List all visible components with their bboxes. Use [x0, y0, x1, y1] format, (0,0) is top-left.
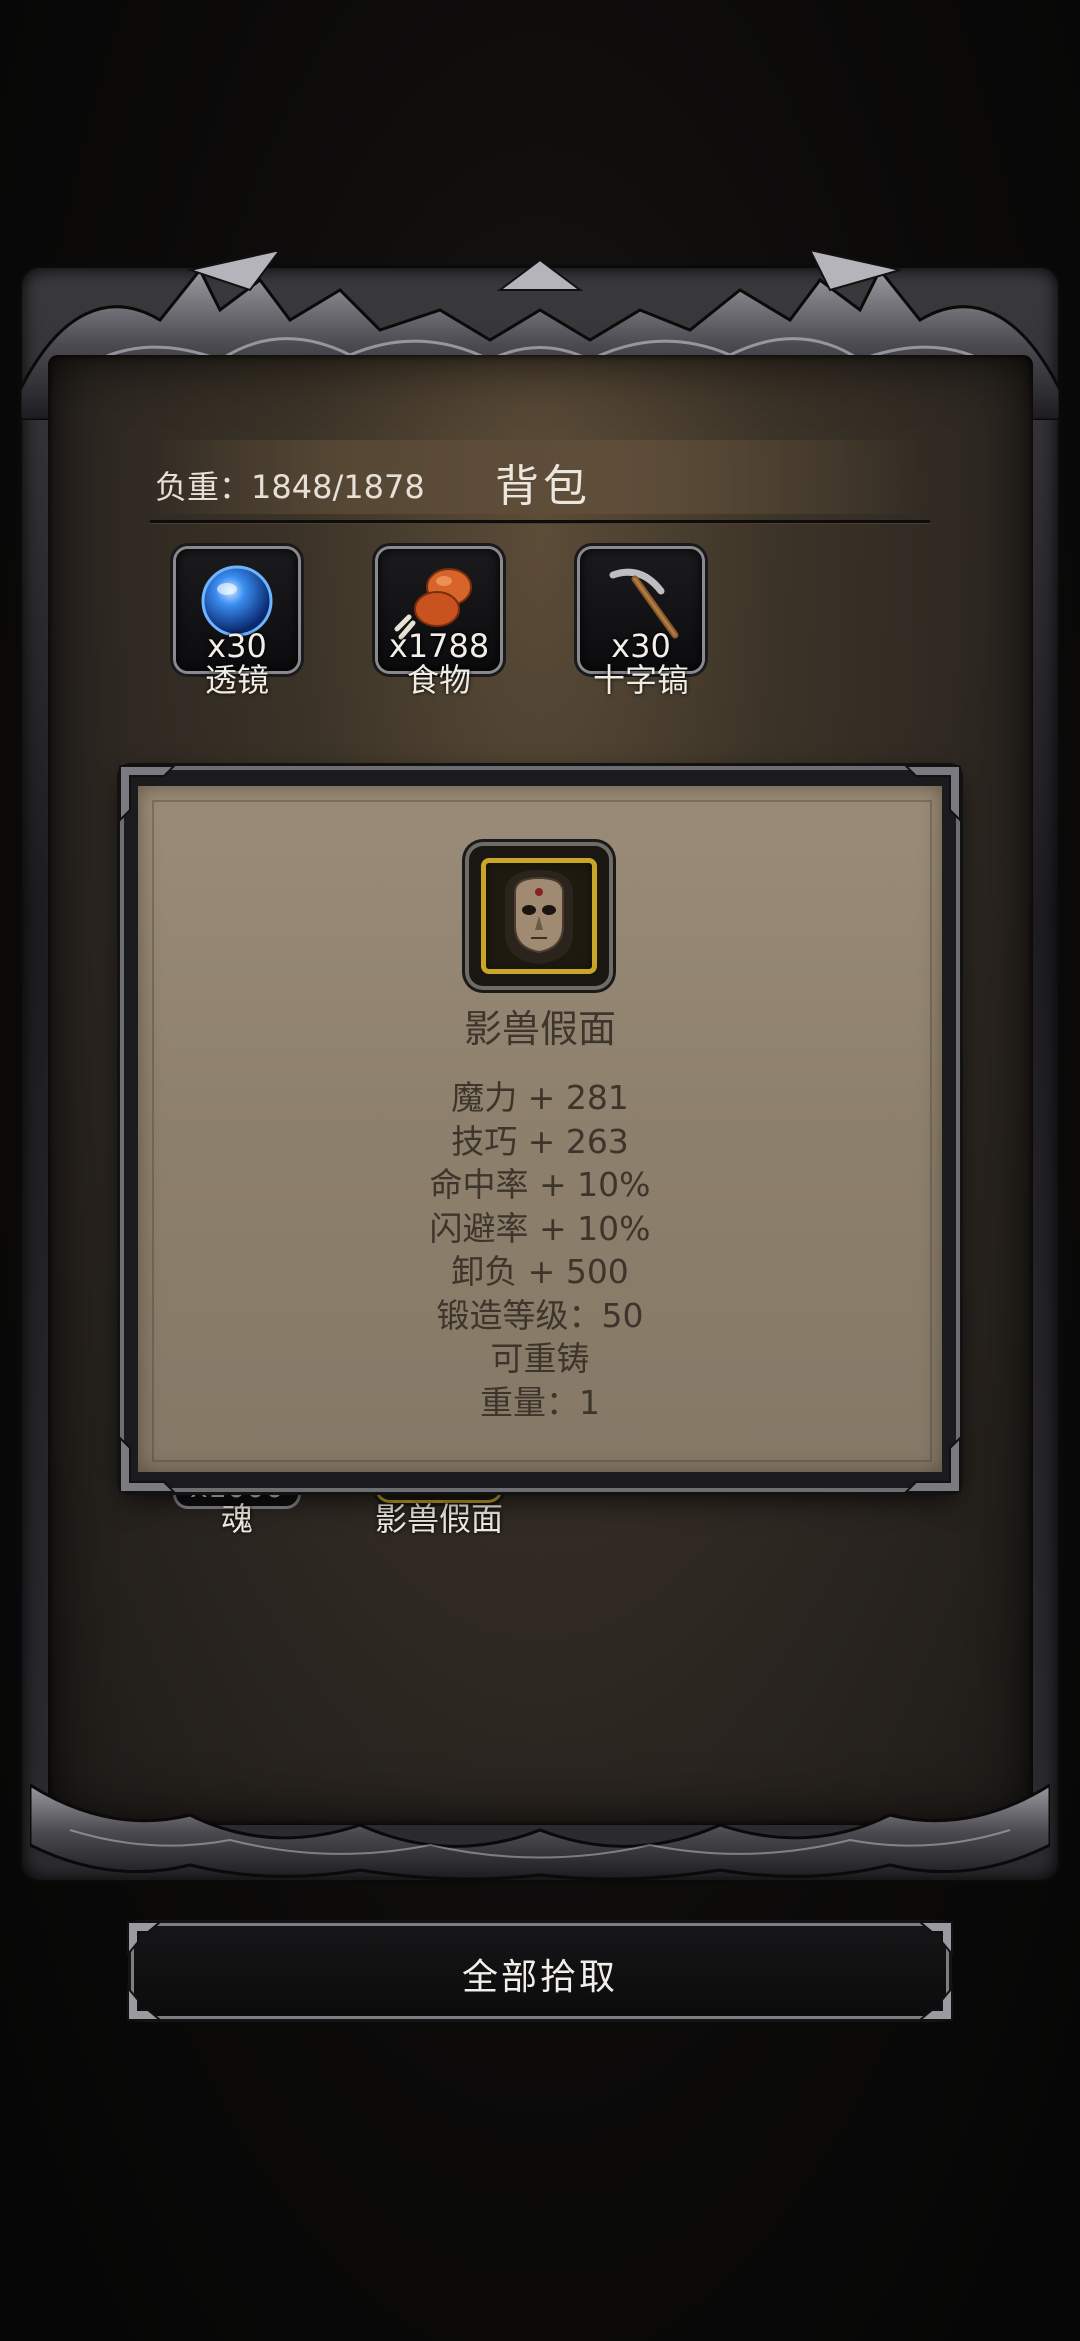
carry-weight-value: 1848/1878 [251, 468, 425, 506]
stat-line: 卸负 + 500 [451, 1252, 629, 1291]
popup-corner-ornament [904, 765, 961, 822]
item-stats-list: 魔力 + 281 技巧 + 263 命中率 + 10% 闪避率 + 10% 卸负… [300, 1076, 780, 1424]
slot-name: 食物 [406, 661, 471, 699]
slot-name: 透镜 [204, 661, 269, 699]
stat-line: 重量：1 [480, 1382, 600, 1422]
stat-line: 技巧 + 263 [451, 1121, 629, 1161]
page-title: 背包 [495, 461, 591, 512]
stat-line: 魔力 + 281 [451, 1078, 629, 1117]
carry-weight: 负重：1848/1878 [155, 462, 425, 508]
popup-item-name: 影兽假面 [463, 1007, 616, 1051]
stat-line: 可重铸 [490, 1339, 590, 1378]
pick-all-button-label: 全部拾取 [461, 1957, 618, 1998]
stat-line: 命中率 + 10% [429, 1165, 651, 1204]
inventory-slot-food[interactable]: x1788 食物 [378, 549, 500, 699]
popup-corner-ornament [119, 765, 176, 822]
shadow-beast-mask-icon [505, 870, 573, 964]
carry-weight-label: 负重： [155, 468, 252, 506]
inventory-slot-pickaxe[interactable]: x30 十字镐 [580, 549, 702, 699]
slot-name-soul: 魂 [220, 1500, 253, 1538]
stat-line: 闪避率 + 10% [429, 1208, 651, 1248]
popup-item-slot [469, 846, 609, 986]
pick-all-button[interactable]: 全部拾取 [127, 1921, 953, 2021]
gothic-frame-bottom-ornament [30, 1783, 1050, 1881]
stat-line: 锻造等级：50 [436, 1295, 644, 1335]
slot-name: 十字镐 [592, 661, 689, 699]
header-divider [150, 520, 930, 523]
slot-name-mask: 影兽假面 [374, 1500, 503, 1538]
inventory-slot-lens[interactable]: x30 透镜 [176, 549, 298, 699]
popup-corner-ornament [119, 1436, 176, 1493]
popup-corner-ornament [904, 1436, 961, 1493]
